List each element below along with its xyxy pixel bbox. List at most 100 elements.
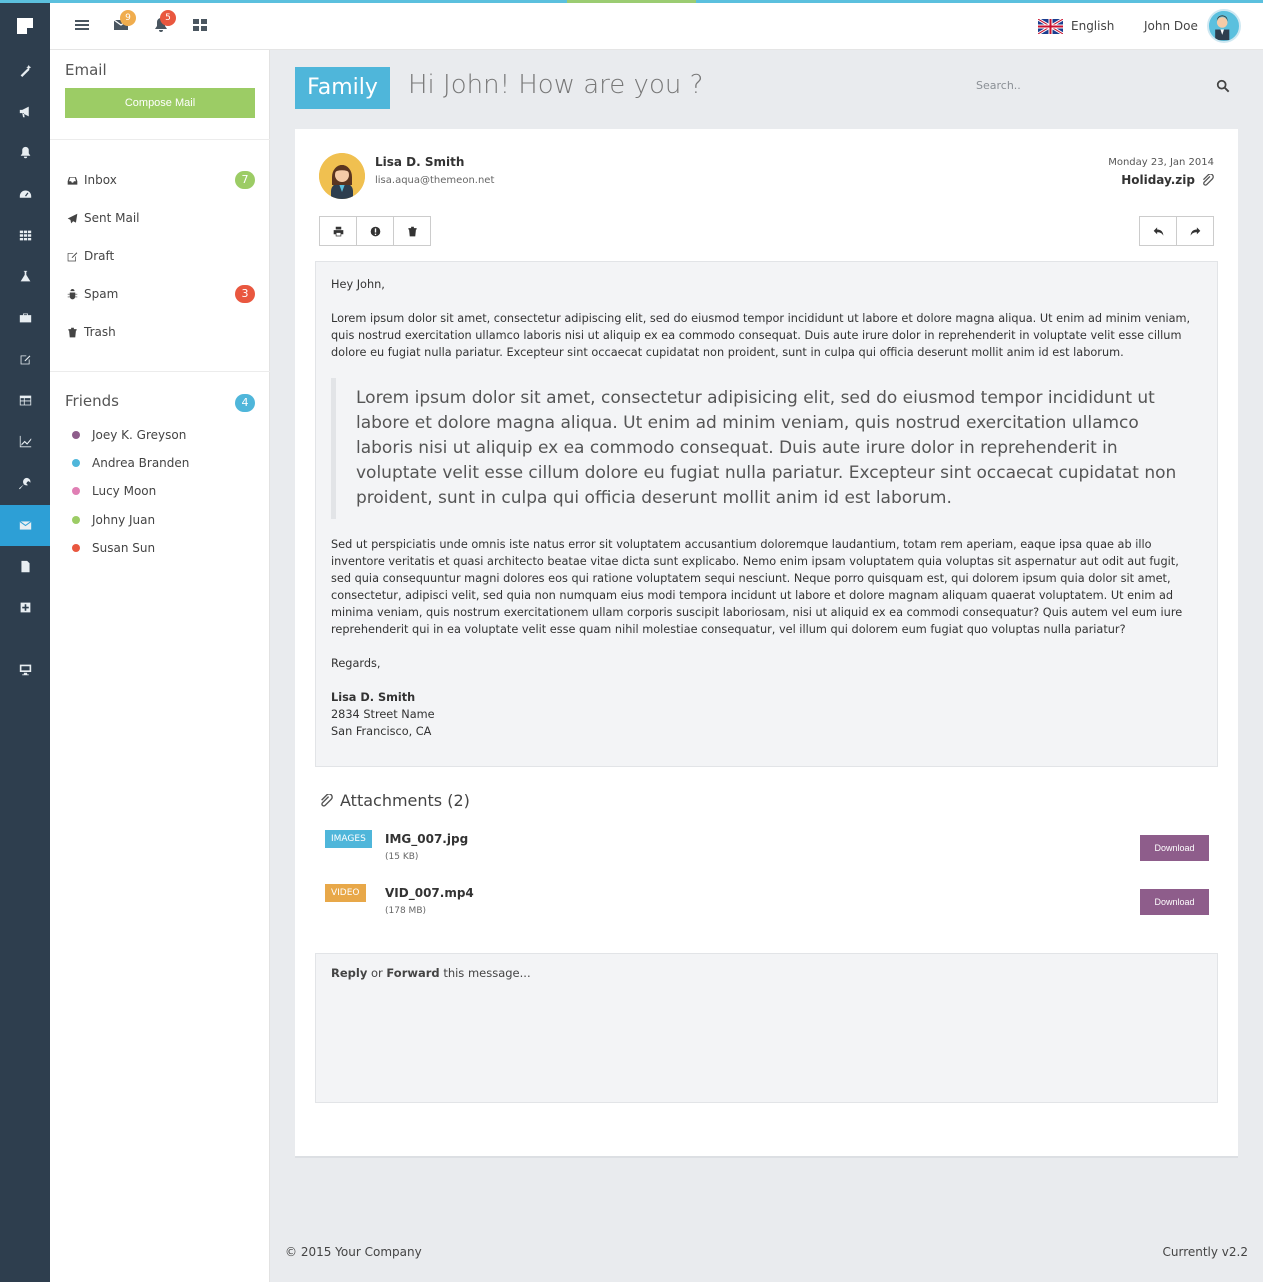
compose-mail-button[interactable]: Compose Mail bbox=[65, 88, 255, 118]
signature-city: San Francisco, CA bbox=[331, 725, 432, 738]
reply-link[interactable]: Reply bbox=[331, 966, 367, 980]
bell-icon[interactable] bbox=[0, 132, 50, 173]
download-button[interactable]: Download bbox=[1140, 889, 1209, 915]
attachments-title: Attachments (2) bbox=[340, 791, 470, 810]
footer-copyright: © 2015 Your Company bbox=[285, 1245, 422, 1259]
flask-icon[interactable] bbox=[0, 256, 50, 297]
language-selector[interactable]: English bbox=[1038, 17, 1114, 35]
reply-icon bbox=[1153, 226, 1163, 236]
chart-icon[interactable] bbox=[0, 421, 50, 462]
signature-street: 2834 Street Name bbox=[331, 708, 435, 721]
sender-email[interactable]: lisa.aqua@themeon.net bbox=[375, 175, 494, 186]
print-icon bbox=[333, 226, 343, 236]
body-paragraph: Sed ut perspiciatis unde omnis iste natu… bbox=[331, 538, 1183, 636]
inbox-count-badge: 7 bbox=[235, 171, 255, 189]
attachment-file-name[interactable]: VID_007.mp4 bbox=[385, 886, 474, 900]
mail-count-badge: 9 bbox=[120, 10, 136, 26]
edit-icon[interactable] bbox=[0, 339, 50, 380]
friend-item[interactable]: Johny Juan bbox=[72, 512, 155, 528]
megaphone-icon[interactable] bbox=[0, 91, 50, 132]
sender-name: Lisa D. Smith bbox=[375, 155, 465, 169]
message-label-tag[interactable]: Family bbox=[295, 67, 390, 109]
icon-sidebar bbox=[0, 3, 50, 1282]
folder-inbox[interactable]: Inbox 7 bbox=[67, 170, 255, 190]
reply-box[interactable]: Reply or Forward this message... bbox=[315, 953, 1218, 1103]
attachment-file-name[interactable]: IMG_007.jpg bbox=[385, 832, 468, 846]
delete-button[interactable] bbox=[393, 216, 431, 246]
friends-section-title: Friends bbox=[65, 392, 119, 410]
bug-icon bbox=[67, 288, 78, 299]
wrench-icon[interactable] bbox=[0, 463, 50, 504]
friend-item[interactable]: Susan Sun bbox=[72, 540, 155, 556]
folder-label: Trash bbox=[84, 325, 116, 339]
friend-item[interactable]: Lucy Moon bbox=[72, 483, 156, 499]
edit-icon bbox=[67, 251, 78, 261]
signature-name: Lisa D. Smith bbox=[331, 691, 416, 704]
folder-trash[interactable]: Trash bbox=[67, 322, 255, 342]
body-paragraph: Lorem ipsum dolor sit amet, consectetur … bbox=[331, 312, 1191, 359]
inbox-icon bbox=[67, 176, 78, 185]
search-input[interactable] bbox=[976, 70, 1206, 100]
email-sidebar: Email Compose Mail Inbox 7 Sent Mail Dra… bbox=[50, 50, 270, 1282]
menu-toggle-icon[interactable] bbox=[74, 17, 92, 35]
reply-forward-group bbox=[1139, 216, 1214, 246]
friend-name: Susan Sun bbox=[92, 541, 156, 555]
plus-square-icon[interactable] bbox=[0, 587, 50, 628]
friend-name: Joey K. Greyson bbox=[92, 428, 187, 442]
friend-item[interactable]: Andrea Branden bbox=[72, 455, 189, 471]
footer-version: Currently v2.2 bbox=[1162, 1245, 1248, 1259]
desktop-icon[interactable] bbox=[0, 649, 50, 690]
attachment-row: IMAGES IMG_007.jpg (15 KB) Download bbox=[325, 830, 1209, 864]
search-icon[interactable] bbox=[1216, 79, 1230, 93]
folder-label: Spam bbox=[84, 287, 119, 301]
download-button[interactable]: Download bbox=[1140, 835, 1209, 861]
status-dot bbox=[72, 544, 80, 552]
folder-spam[interactable]: Spam 3 bbox=[67, 284, 255, 304]
divider bbox=[50, 371, 270, 372]
trash-icon bbox=[68, 327, 77, 337]
search-box bbox=[976, 70, 1236, 100]
forward-link[interactable]: Forward bbox=[386, 966, 439, 980]
message-card: Lisa D. Smith lisa.aqua@themeon.net Mond… bbox=[295, 129, 1238, 1158]
paperclip-icon bbox=[1202, 173, 1214, 186]
message-action-group bbox=[319, 216, 431, 246]
folder-label: Sent Mail bbox=[84, 211, 140, 225]
magic-wand-icon[interactable] bbox=[0, 50, 50, 91]
notification-count-badge: 5 bbox=[160, 10, 176, 26]
forward-button[interactable] bbox=[1176, 216, 1214, 246]
friend-name: Johny Juan bbox=[92, 513, 156, 527]
notification-bell-icon[interactable]: 5 bbox=[153, 10, 176, 35]
sender-avatar bbox=[319, 153, 365, 199]
message-date: Monday 23, Jan 2014 bbox=[1108, 157, 1214, 168]
envelope-icon[interactable] bbox=[0, 505, 50, 546]
user-avatar[interactable] bbox=[1206, 9, 1241, 43]
regards: Regards, bbox=[331, 657, 381, 670]
mail-envelope-icon[interactable]: 9 bbox=[113, 10, 136, 35]
trash-icon bbox=[407, 226, 417, 236]
email-section-title: Email bbox=[65, 61, 107, 79]
folder-draft[interactable]: Draft bbox=[67, 246, 255, 266]
report-button[interactable] bbox=[356, 216, 394, 246]
table-icon[interactable] bbox=[0, 380, 50, 421]
user-menu[interactable]: John Doe bbox=[1144, 9, 1241, 43]
greeting: Hey John, bbox=[331, 278, 385, 291]
friend-item[interactable]: Joey K. Greyson bbox=[72, 427, 186, 443]
message-subject: Hi John! How are you ? bbox=[408, 70, 704, 100]
reply-button[interactable] bbox=[1139, 216, 1177, 246]
logo-icon[interactable] bbox=[17, 18, 33, 34]
attachment-type-label: IMAGES bbox=[325, 830, 372, 848]
status-dot bbox=[72, 516, 80, 524]
status-dot bbox=[72, 459, 80, 467]
briefcase-icon[interactable] bbox=[0, 297, 50, 338]
file-icon[interactable] bbox=[0, 546, 50, 587]
divider bbox=[50, 139, 270, 140]
print-button[interactable] bbox=[319, 216, 357, 246]
attachment-link[interactable]: Holiday.zip bbox=[1121, 173, 1214, 187]
folder-sent-mail[interactable]: Sent Mail bbox=[67, 208, 255, 228]
exclamation-circle-icon bbox=[370, 226, 380, 236]
apps-grid-icon[interactable] bbox=[192, 17, 210, 35]
uk-flag-icon bbox=[1038, 18, 1063, 34]
attachment-file-name: Holiday.zip bbox=[1121, 173, 1195, 187]
dashboard-icon[interactable] bbox=[0, 174, 50, 215]
grid-icon[interactable] bbox=[0, 215, 50, 256]
